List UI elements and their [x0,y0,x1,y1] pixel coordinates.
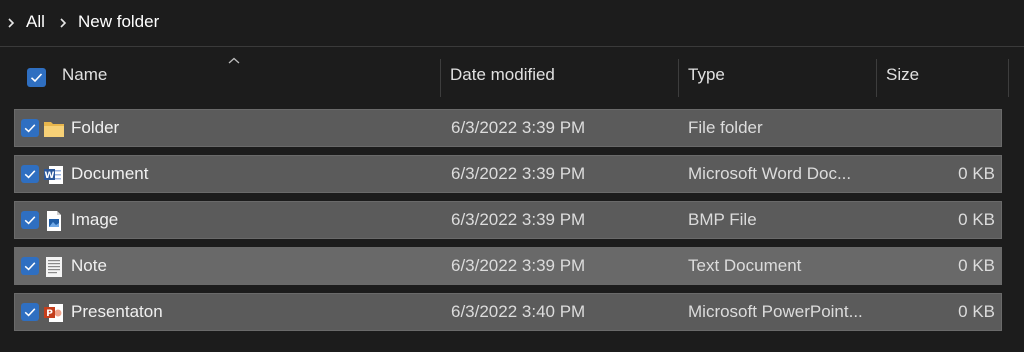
file-type: Microsoft Word Doc... [688,164,852,183]
file-date-modified: 6/3/2022 3:40 PM [451,302,586,321]
file-row[interactable]: W Document 6/3/2022 3:39 PM Microsoft Wo… [14,155,1002,193]
file-date-modified: 6/3/2022 3:39 PM [451,256,586,275]
column-divider[interactable] [678,59,679,97]
svg-text:P: P [46,309,53,319]
file-type: Microsoft PowerPoint... [688,302,863,321]
file-size: 0 KB [958,210,995,229]
select-all-checkbox[interactable] [27,68,46,87]
file-type: BMP File [688,210,757,229]
file-row[interactable]: Note 6/3/2022 3:39 PM Text Document 0 KB [14,247,1002,285]
file-size: 0 KB [958,256,995,275]
folder-icon [43,118,65,140]
column-header-name[interactable]: Name [62,47,107,103]
column-header-date-modified[interactable]: Date modified [450,47,555,103]
file-date-modified: 6/3/2022 3:39 PM [451,118,586,137]
file-row[interactable]: P Presentaton 6/3/2022 3:40 PM Microsoft… [14,293,1002,331]
file-date-modified: 6/3/2022 3:39 PM [451,164,586,183]
checkmark-icon [24,124,36,133]
breadcrumb: All New folder [0,0,1024,47]
row-checkbox[interactable] [21,303,39,321]
column-header-size[interactable]: Size [886,47,919,103]
checkmark-icon [24,216,36,225]
file-type: File folder [688,118,763,137]
checkmark-icon [30,73,43,83]
file-name: Document [71,164,149,183]
sort-ascending-icon [228,57,240,65]
powerpoint-icon: P [43,302,65,324]
svg-text:W: W [45,171,55,181]
file-size: 0 KB [958,302,995,321]
checkmark-icon [24,308,36,317]
file-type: Text Document [688,256,802,275]
breadcrumb-item-current-folder[interactable]: New folder [78,12,159,32]
row-checkbox[interactable] [21,165,39,183]
breadcrumb-item-all[interactable]: All [26,12,45,32]
column-divider[interactable] [876,59,877,97]
column-divider[interactable] [440,59,441,97]
file-row[interactable]: Folder 6/3/2022 3:39 PM File folder [14,109,1002,147]
column-header-row: Name Date modified Type Size [0,47,1024,103]
chevron-right-icon[interactable] [6,17,18,29]
row-checkbox[interactable] [21,211,39,229]
chevron-right-icon [58,17,70,29]
row-checkbox[interactable] [21,119,39,137]
file-name: Note [71,256,107,275]
checkmark-icon [24,262,36,271]
word-document-icon: W [43,164,65,186]
column-divider[interactable] [1008,59,1009,97]
file-size: 0 KB [958,164,995,183]
image-file-icon [43,210,65,232]
file-name: Folder [71,118,120,137]
file-name: Image [71,210,119,229]
row-checkbox[interactable] [21,257,39,275]
column-header-type[interactable]: Type [688,47,725,103]
checkmark-icon [24,170,36,179]
file-date-modified: 6/3/2022 3:39 PM [451,210,586,229]
text-document-icon [43,256,65,278]
file-name: Presentaton [71,302,163,321]
file-row[interactable]: Image 6/3/2022 3:39 PM BMP File 0 KB [14,201,1002,239]
